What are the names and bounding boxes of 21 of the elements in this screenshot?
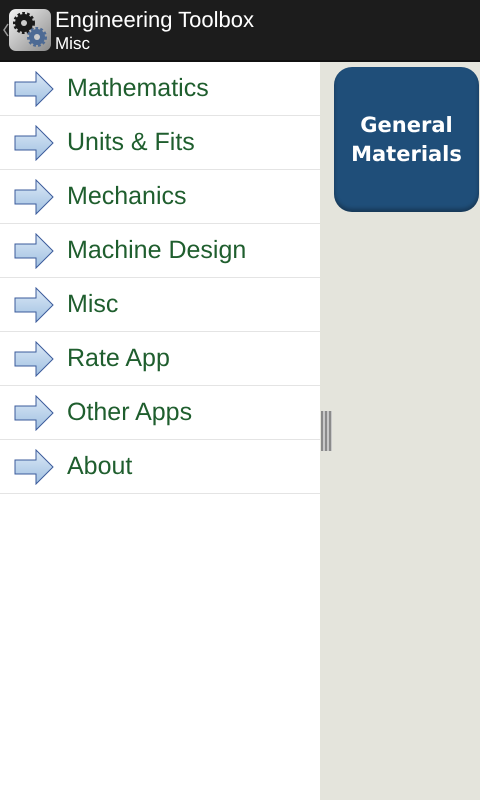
menu-item[interactable]: Machine Design bbox=[0, 224, 320, 278]
arrow-icon bbox=[14, 340, 54, 376]
menu-item[interactable]: About bbox=[0, 440, 320, 494]
menu-item[interactable]: Rate App bbox=[0, 332, 320, 386]
app-title: Engineering Toolbox bbox=[55, 6, 254, 34]
drag-handle[interactable] bbox=[321, 411, 332, 451]
menu-item[interactable]: Mechanics bbox=[0, 170, 320, 224]
arrow-icon bbox=[14, 232, 54, 268]
arrow-icon bbox=[14, 124, 54, 160]
menu-item[interactable]: Units & Fits bbox=[0, 116, 320, 170]
menu-item[interactable]: Misc bbox=[0, 278, 320, 332]
arrow-icon bbox=[14, 394, 54, 430]
arrow-icon bbox=[14, 286, 54, 322]
arrow-icon bbox=[14, 70, 54, 106]
arrow-icon bbox=[14, 178, 54, 214]
gears-icon bbox=[9, 9, 51, 51]
category-tile[interactable]: General Materials bbox=[334, 67, 479, 212]
app-subtitle: Misc bbox=[55, 33, 91, 54]
menu-item[interactable]: Other Apps bbox=[0, 386, 320, 440]
arrow-icon bbox=[14, 448, 54, 484]
menu-item[interactable]: Mathematics bbox=[0, 62, 320, 116]
